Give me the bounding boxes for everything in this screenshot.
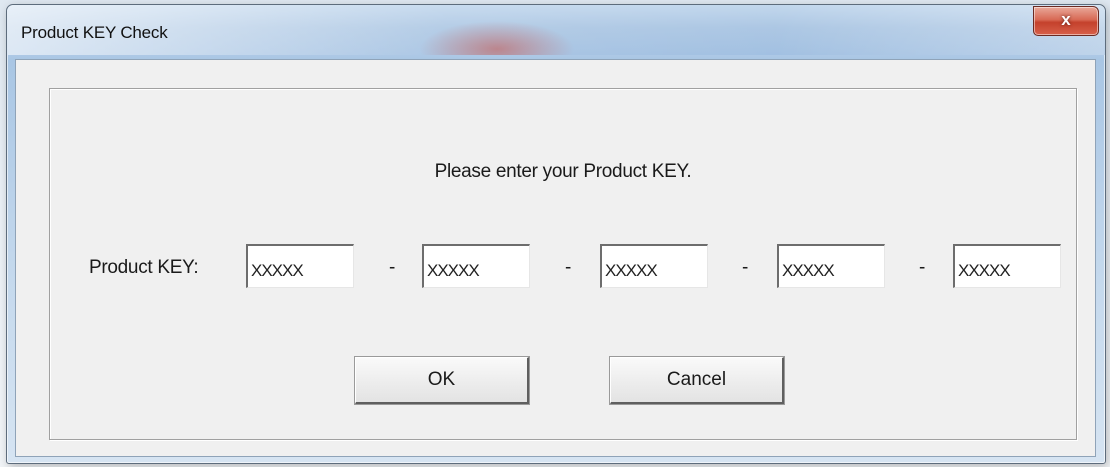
key-separator: - (919, 257, 926, 278)
key-separator: - (742, 257, 749, 278)
window-title: Product KEY Check (21, 23, 168, 42)
product-key-field-5[interactable] (953, 244, 1061, 288)
product-key-field-4[interactable] (777, 244, 885, 288)
product-key-label: Product KEY: (89, 257, 199, 278)
close-icon: x (1061, 10, 1071, 29)
close-button[interactable]: x (1033, 6, 1099, 36)
cancel-button[interactable]: Cancel (610, 357, 784, 404)
product-key-field-3[interactable] (600, 244, 708, 288)
product-key-dialog: Product KEY Check x Please enter your Pr… (6, 4, 1106, 464)
prompt-text: Please enter your Product KEY. (434, 161, 692, 182)
product-key-field-1[interactable] (246, 244, 354, 288)
key-entry-group: Please enter your Product KEY. Product K… (49, 88, 1077, 440)
product-key-field-2[interactable] (422, 244, 530, 288)
key-separator: - (389, 257, 396, 278)
key-separator: - (565, 257, 572, 278)
desktop-background: Product KEY Check x Please enter your Pr… (0, 0, 1110, 467)
dialog-client-area: Please enter your Product KEY. Product K… (15, 59, 1096, 457)
title-bar[interactable]: Product KEY Check x (7, 5, 1105, 55)
ok-button[interactable]: OK (355, 357, 529, 404)
